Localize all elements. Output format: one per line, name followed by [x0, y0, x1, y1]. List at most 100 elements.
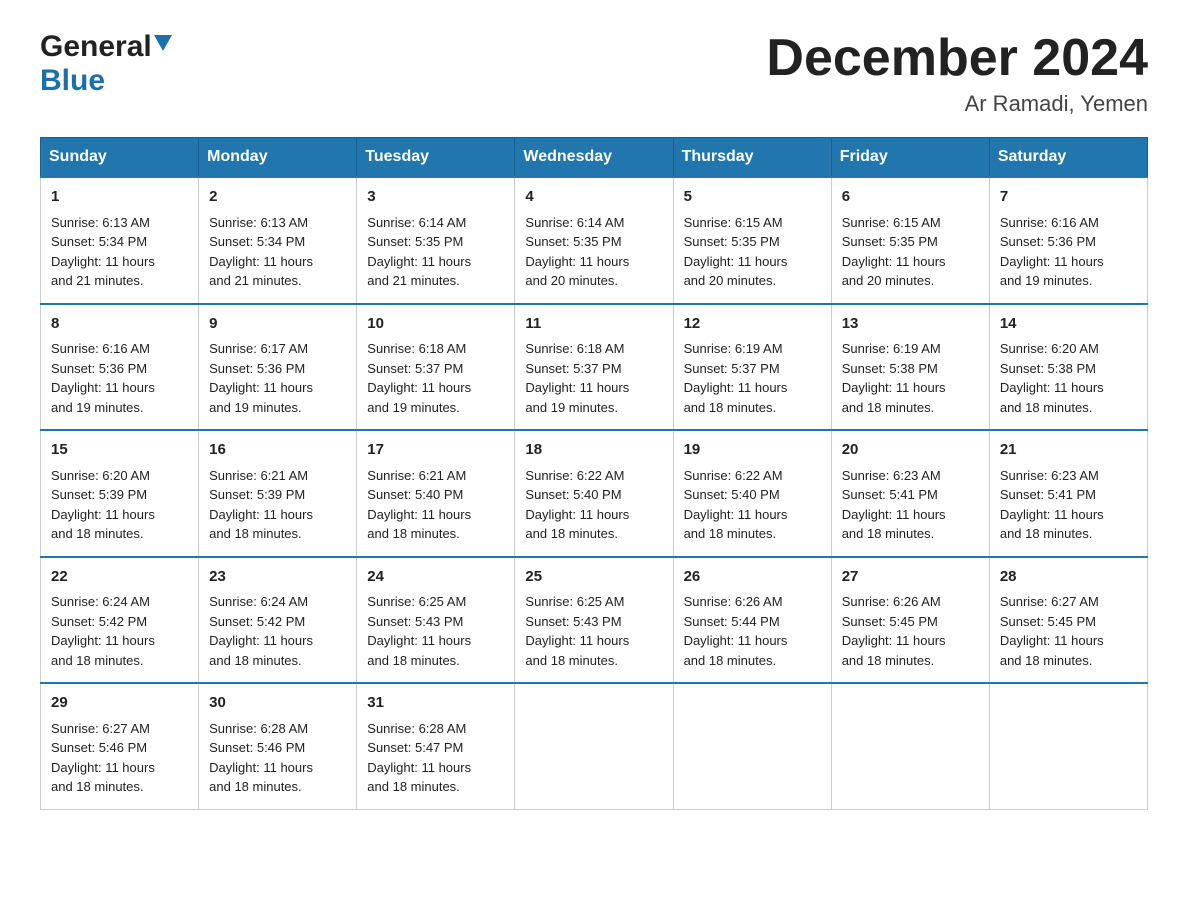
day-number: 7: [1000, 186, 1137, 209]
calendar-cell: 19 Sunrise: 6:22 AM Sunset: 5:40 PM Dayl…: [673, 430, 831, 557]
calendar-table: SundayMondayTuesdayWednesdayThursdayFrid…: [40, 137, 1148, 810]
calendar-cell: 26 Sunrise: 6:26 AM Sunset: 5:44 PM Dayl…: [673, 557, 831, 684]
day-info: Sunrise: 6:28 AM Sunset: 5:46 PM Dayligh…: [209, 719, 346, 797]
day-number: 4: [525, 186, 662, 209]
calendar-cell: [673, 683, 831, 809]
calendar-cell: [989, 683, 1147, 809]
calendar-week-row: 1 Sunrise: 6:13 AM Sunset: 5:34 PM Dayli…: [41, 177, 1148, 304]
day-info: Sunrise: 6:26 AM Sunset: 5:45 PM Dayligh…: [842, 592, 979, 670]
day-number: 20: [842, 439, 979, 462]
calendar-cell: 27 Sunrise: 6:26 AM Sunset: 5:45 PM Dayl…: [831, 557, 989, 684]
calendar-header-row: SundayMondayTuesdayWednesdayThursdayFrid…: [41, 138, 1148, 178]
calendar-cell: 18 Sunrise: 6:22 AM Sunset: 5:40 PM Dayl…: [515, 430, 673, 557]
calendar-cell: 25 Sunrise: 6:25 AM Sunset: 5:43 PM Dayl…: [515, 557, 673, 684]
day-info: Sunrise: 6:27 AM Sunset: 5:46 PM Dayligh…: [51, 719, 188, 797]
day-info: Sunrise: 6:21 AM Sunset: 5:40 PM Dayligh…: [367, 466, 504, 544]
calendar-cell: 2 Sunrise: 6:13 AM Sunset: 5:34 PM Dayli…: [199, 177, 357, 304]
calendar-week-row: 8 Sunrise: 6:16 AM Sunset: 5:36 PM Dayli…: [41, 304, 1148, 431]
day-number: 24: [367, 566, 504, 589]
day-info: Sunrise: 6:25 AM Sunset: 5:43 PM Dayligh…: [525, 592, 662, 670]
day-number: 16: [209, 439, 346, 462]
calendar-cell: 10 Sunrise: 6:18 AM Sunset: 5:37 PM Dayl…: [357, 304, 515, 431]
logo-blue-text: Blue: [40, 64, 105, 97]
day-number: 19: [684, 439, 821, 462]
calendar-week-row: 29 Sunrise: 6:27 AM Sunset: 5:46 PM Dayl…: [41, 683, 1148, 809]
logo-triangle-icon: [154, 35, 172, 56]
calendar-cell: [831, 683, 989, 809]
calendar-cell: [515, 683, 673, 809]
day-info: Sunrise: 6:14 AM Sunset: 5:35 PM Dayligh…: [367, 213, 504, 291]
day-number: 21: [1000, 439, 1137, 462]
month-title: December 2024: [766, 30, 1148, 87]
day-info: Sunrise: 6:15 AM Sunset: 5:35 PM Dayligh…: [684, 213, 821, 291]
day-number: 5: [684, 186, 821, 209]
calendar-cell: 4 Sunrise: 6:14 AM Sunset: 5:35 PM Dayli…: [515, 177, 673, 304]
calendar-cell: 17 Sunrise: 6:21 AM Sunset: 5:40 PM Dayl…: [357, 430, 515, 557]
day-info: Sunrise: 6:24 AM Sunset: 5:42 PM Dayligh…: [51, 592, 188, 670]
day-number: 11: [525, 313, 662, 336]
calendar-cell: 14 Sunrise: 6:20 AM Sunset: 5:38 PM Dayl…: [989, 304, 1147, 431]
calendar-cell: 21 Sunrise: 6:23 AM Sunset: 5:41 PM Dayl…: [989, 430, 1147, 557]
day-number: 22: [51, 566, 188, 589]
calendar-cell: 8 Sunrise: 6:16 AM Sunset: 5:36 PM Dayli…: [41, 304, 199, 431]
day-info: Sunrise: 6:21 AM Sunset: 5:39 PM Dayligh…: [209, 466, 346, 544]
calendar-cell: 13 Sunrise: 6:19 AM Sunset: 5:38 PM Dayl…: [831, 304, 989, 431]
title-block: December 2024 Ar Ramadi, Yemen: [766, 30, 1148, 117]
calendar-cell: 3 Sunrise: 6:14 AM Sunset: 5:35 PM Dayli…: [357, 177, 515, 304]
day-info: Sunrise: 6:20 AM Sunset: 5:38 PM Dayligh…: [1000, 339, 1137, 417]
day-info: Sunrise: 6:16 AM Sunset: 5:36 PM Dayligh…: [51, 339, 188, 417]
calendar-cell: 28 Sunrise: 6:27 AM Sunset: 5:45 PM Dayl…: [989, 557, 1147, 684]
day-info: Sunrise: 6:24 AM Sunset: 5:42 PM Dayligh…: [209, 592, 346, 670]
calendar-cell: 20 Sunrise: 6:23 AM Sunset: 5:41 PM Dayl…: [831, 430, 989, 557]
calendar-cell: 30 Sunrise: 6:28 AM Sunset: 5:46 PM Dayl…: [199, 683, 357, 809]
day-info: Sunrise: 6:18 AM Sunset: 5:37 PM Dayligh…: [367, 339, 504, 417]
calendar-week-row: 15 Sunrise: 6:20 AM Sunset: 5:39 PM Dayl…: [41, 430, 1148, 557]
day-number: 8: [51, 313, 188, 336]
calendar-week-row: 22 Sunrise: 6:24 AM Sunset: 5:42 PM Dayl…: [41, 557, 1148, 684]
calendar-cell: 7 Sunrise: 6:16 AM Sunset: 5:36 PM Dayli…: [989, 177, 1147, 304]
day-number: 1: [51, 186, 188, 209]
day-number: 27: [842, 566, 979, 589]
day-number: 9: [209, 313, 346, 336]
weekday-header-saturday: Saturday: [989, 138, 1147, 178]
day-number: 15: [51, 439, 188, 462]
day-info: Sunrise: 6:28 AM Sunset: 5:47 PM Dayligh…: [367, 719, 504, 797]
calendar-cell: 15 Sunrise: 6:20 AM Sunset: 5:39 PM Dayl…: [41, 430, 199, 557]
day-number: 13: [842, 313, 979, 336]
day-info: Sunrise: 6:25 AM Sunset: 5:43 PM Dayligh…: [367, 592, 504, 670]
day-number: 6: [842, 186, 979, 209]
day-info: Sunrise: 6:13 AM Sunset: 5:34 PM Dayligh…: [209, 213, 346, 291]
calendar-cell: 31 Sunrise: 6:28 AM Sunset: 5:47 PM Dayl…: [357, 683, 515, 809]
calendar-cell: 6 Sunrise: 6:15 AM Sunset: 5:35 PM Dayli…: [831, 177, 989, 304]
day-info: Sunrise: 6:13 AM Sunset: 5:34 PM Dayligh…: [51, 213, 188, 291]
day-info: Sunrise: 6:22 AM Sunset: 5:40 PM Dayligh…: [684, 466, 821, 544]
day-info: Sunrise: 6:17 AM Sunset: 5:36 PM Dayligh…: [209, 339, 346, 417]
weekday-header-monday: Monday: [199, 138, 357, 178]
day-info: Sunrise: 6:16 AM Sunset: 5:36 PM Dayligh…: [1000, 213, 1137, 291]
calendar-cell: 16 Sunrise: 6:21 AM Sunset: 5:39 PM Dayl…: [199, 430, 357, 557]
day-number: 17: [367, 439, 504, 462]
weekday-header-thursday: Thursday: [673, 138, 831, 178]
calendar-cell: 24 Sunrise: 6:25 AM Sunset: 5:43 PM Dayl…: [357, 557, 515, 684]
day-number: 2: [209, 186, 346, 209]
day-info: Sunrise: 6:23 AM Sunset: 5:41 PM Dayligh…: [842, 466, 979, 544]
calendar-cell: 11 Sunrise: 6:18 AM Sunset: 5:37 PM Dayl…: [515, 304, 673, 431]
calendar-cell: 23 Sunrise: 6:24 AM Sunset: 5:42 PM Dayl…: [199, 557, 357, 684]
day-info: Sunrise: 6:19 AM Sunset: 5:37 PM Dayligh…: [684, 339, 821, 417]
day-info: Sunrise: 6:22 AM Sunset: 5:40 PM Dayligh…: [525, 466, 662, 544]
weekday-header-tuesday: Tuesday: [357, 138, 515, 178]
day-info: Sunrise: 6:26 AM Sunset: 5:44 PM Dayligh…: [684, 592, 821, 670]
calendar-cell: 22 Sunrise: 6:24 AM Sunset: 5:42 PM Dayl…: [41, 557, 199, 684]
day-info: Sunrise: 6:27 AM Sunset: 5:45 PM Dayligh…: [1000, 592, 1137, 670]
day-info: Sunrise: 6:19 AM Sunset: 5:38 PM Dayligh…: [842, 339, 979, 417]
weekday-header-sunday: Sunday: [41, 138, 199, 178]
page-header: General Blue December 2024 Ar Ramadi, Ye…: [40, 30, 1148, 117]
calendar-cell: 5 Sunrise: 6:15 AM Sunset: 5:35 PM Dayli…: [673, 177, 831, 304]
calendar-cell: 12 Sunrise: 6:19 AM Sunset: 5:37 PM Dayl…: [673, 304, 831, 431]
day-number: 30: [209, 692, 346, 715]
day-number: 23: [209, 566, 346, 589]
weekday-header-wednesday: Wednesday: [515, 138, 673, 178]
day-number: 28: [1000, 566, 1137, 589]
calendar-cell: 9 Sunrise: 6:17 AM Sunset: 5:36 PM Dayli…: [199, 304, 357, 431]
logo: General Blue: [40, 30, 172, 98]
